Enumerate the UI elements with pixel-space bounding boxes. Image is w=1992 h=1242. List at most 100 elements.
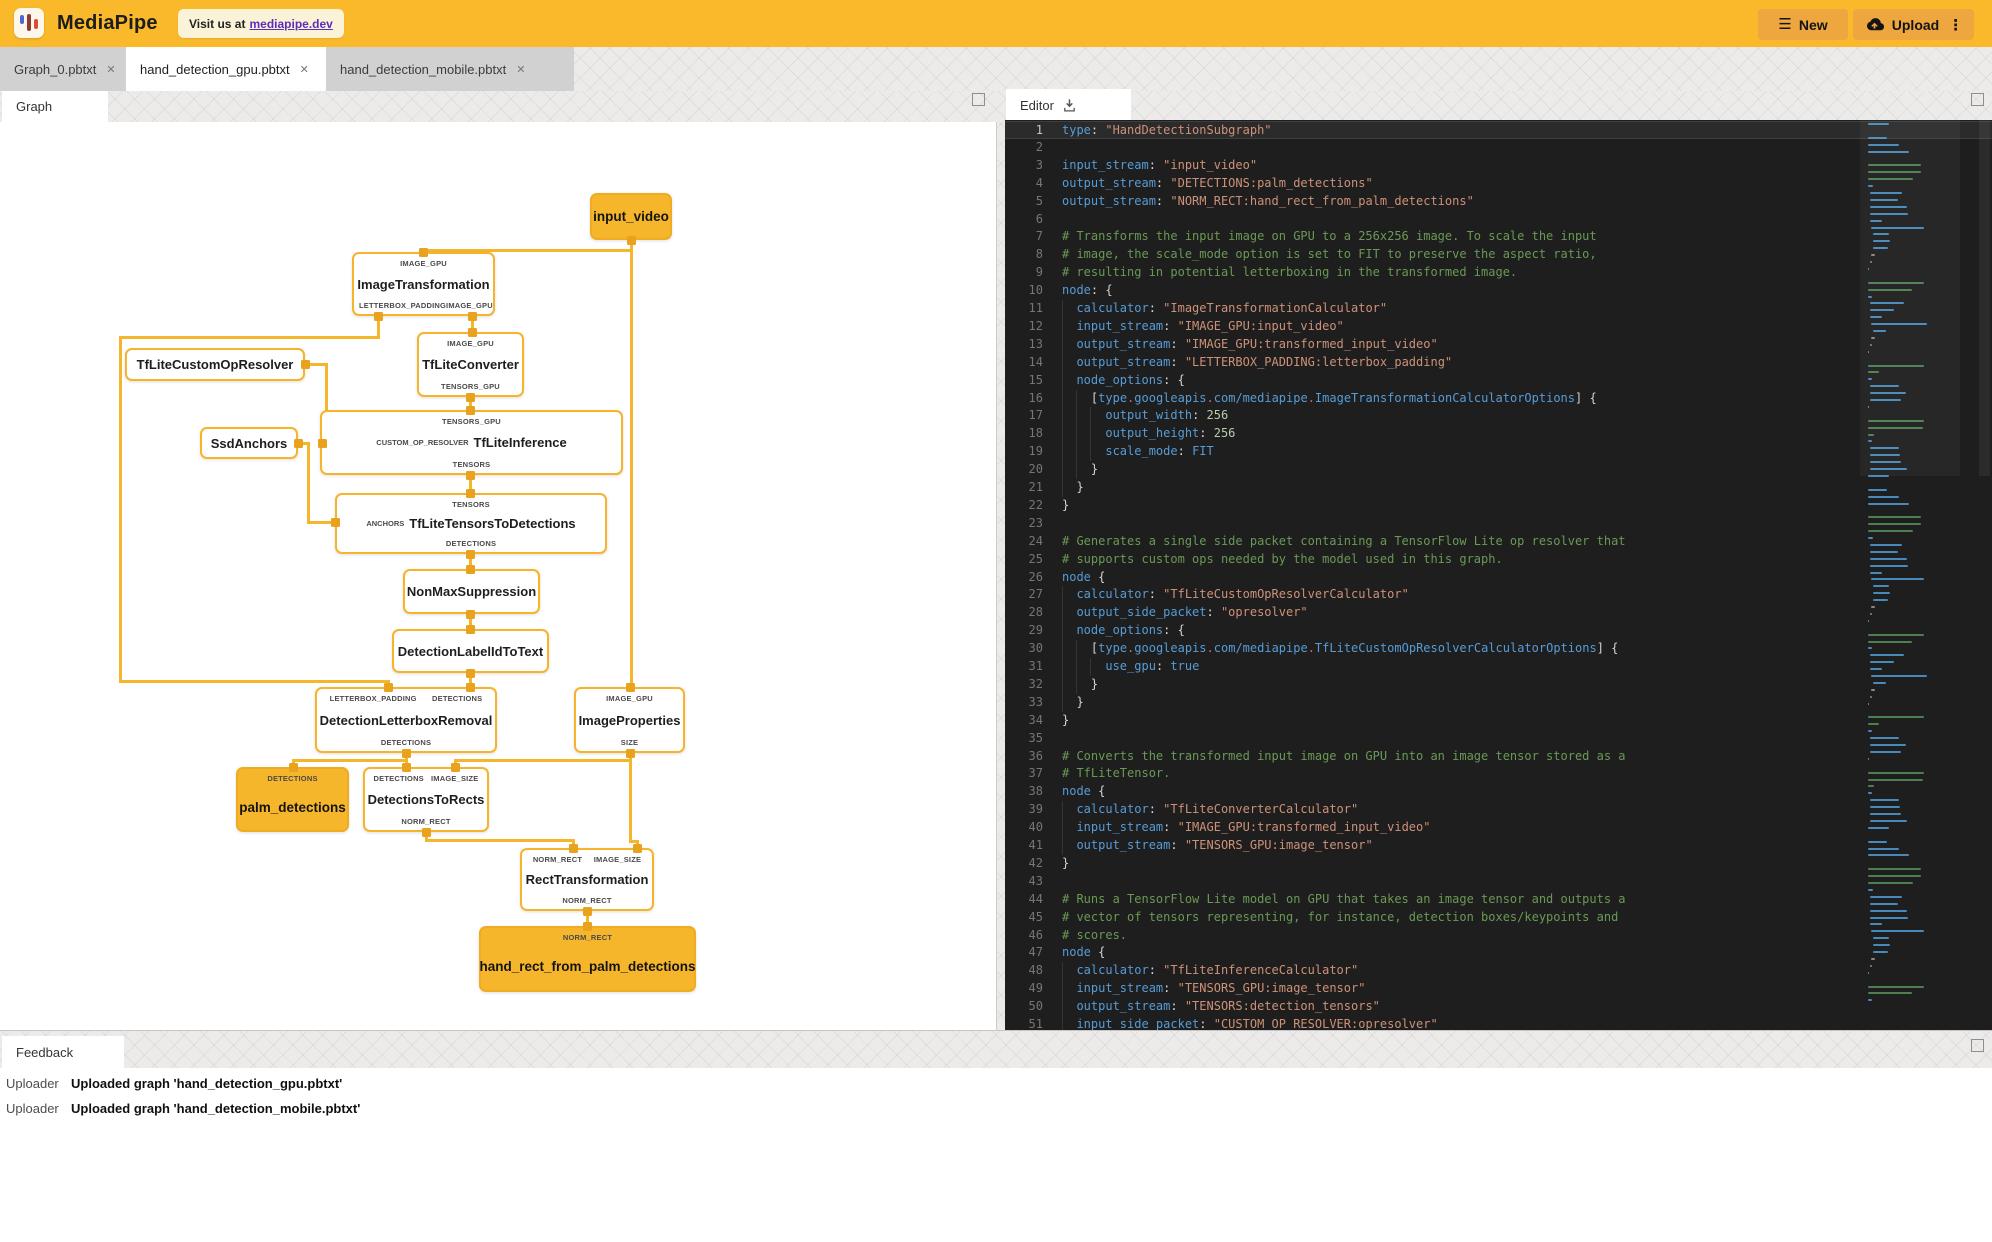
file-tab-hand-detection-gpu[interactable]: hand_detection_gpu.pbtxt ✕	[126, 47, 352, 91]
graph-panel-tab[interactable]: Graph	[2, 91, 108, 122]
graph-canvas[interactable]: input_video IMAGE_GPU ImageTransformation L…	[0, 122, 997, 1030]
feedback-expand-icon[interactable]	[1971, 1039, 1984, 1052]
node-title: CUSTOM_OP_RESOLVER TfLiteInference	[376, 435, 567, 450]
input-port-labels: IMAGE_GPU	[606, 693, 653, 703]
input-port-labels: TENSORS	[452, 499, 490, 509]
code-editor[interactable]: 1 type: "HandDetectionSubgraph" 2 3 input_st…	[1005, 120, 1992, 1030]
minimap-line	[1869, 557, 1908, 560]
new-button[interactable]: ☰ New	[1758, 9, 1848, 40]
edge-segment	[629, 238, 633, 689]
minimap-line	[1869, 668, 1882, 671]
port	[373, 311, 383, 321]
feedback-message: Uploaded graph 'hand_detection_mobile.pb…	[71, 1100, 361, 1116]
line-number: 2	[1035, 139, 1043, 154]
graph-node-TfLiteCustomOpResolver[interactable]: TfLiteCustomOpResolver	[125, 348, 305, 381]
line-number: 8	[1035, 247, 1043, 262]
line-number: 41	[1028, 838, 1043, 852]
close-icon[interactable]: ✕	[516, 63, 525, 76]
graph-node-DetectionLetterboxRemoval[interactable]: LETTERBOX_PADDING DETECTIONS DetectionLett…	[315, 687, 497, 753]
line-number: 40	[1028, 820, 1043, 835]
graph-node-ImageProperties[interactable]: IMAGE_GPU ImageProperties SIZE	[574, 687, 685, 753]
code-line: 7 # Transforms the input image on GPU to …	[1005, 228, 1992, 246]
graph-node-SsdAnchors[interactable]: SsdAnchors	[200, 427, 298, 459]
graph-node-ImageTransformation[interactable]: IMAGE_GPU ImageTransformation LETTERBOX_PA…	[352, 252, 495, 316]
edge-segment	[424, 838, 575, 842]
port	[465, 564, 475, 574]
line-number: 16	[1028, 390, 1043, 405]
upload-button[interactable]: Upload ⋮	[1853, 9, 1974, 40]
port	[465, 682, 475, 692]
minimap-line	[1871, 606, 1875, 608]
file-tab-hand-detection-mobile[interactable]: hand_detection_mobile.pbtxt ✕	[326, 47, 574, 91]
mediapipe-dev-link[interactable]: mediapipe.dev	[249, 17, 332, 31]
code-line: 16 [type.googleapis.com/mediapipe.ImageT…	[1005, 389, 1992, 408]
feedback-body	[0, 1068, 1992, 1242]
editor-scrollbar[interactable]	[1979, 120, 1990, 476]
graph-node-DetectionsToRects[interactable]: DETECTIONS IMAGE_SIZE DetectionsToRects NOR…	[363, 767, 489, 832]
port	[467, 311, 477, 321]
minimap-line	[1868, 619, 1869, 622]
editor-expand-icon[interactable]	[1971, 93, 1984, 106]
minimap-line	[1872, 944, 1891, 947]
close-icon[interactable]: ✕	[106, 63, 115, 76]
graph-expand-icon[interactable]	[972, 93, 985, 106]
line-number: 29	[1028, 623, 1043, 638]
graph-node-DetectionLabelIdToText[interactable]: DetectionLabelIdToText	[392, 629, 549, 673]
download-icon[interactable]	[1062, 98, 1077, 113]
minimap-line	[1869, 737, 1900, 740]
minimap-line	[1868, 723, 1879, 726]
minimap-line	[1868, 868, 1922, 871]
indent-guide	[1061, 622, 1063, 641]
line-number: 26	[1028, 569, 1043, 584]
graph-node-TfLiteConverter[interactable]: IMAGE_GPU TfLiteConverter TENSORS_GPU	[417, 332, 524, 397]
port	[317, 438, 327, 448]
graph-node-input_video[interactable]: input_video	[590, 193, 672, 240]
minimap-line	[1868, 999, 1873, 1002]
input-port-labels: IMAGE_GPU	[447, 338, 494, 348]
close-icon[interactable]: ✕	[300, 63, 309, 76]
minimap-line	[1872, 599, 1888, 602]
port	[465, 488, 475, 498]
indent-guide	[1090, 425, 1092, 444]
upload-more-icon[interactable]: ⋮	[1948, 16, 1963, 34]
node-title: ANCHORS TfLiteTensorsToDetections	[366, 516, 576, 531]
editor-panel-tab[interactable]: Editor	[1006, 89, 1131, 122]
minimap-line	[1869, 654, 1905, 657]
graph-node-hand_rect_from_palm_detections[interactable]: NORM_RECT hand_rect_from_palm_detections	[479, 926, 696, 992]
code-line: 27 calculator: "TfLiteCustomOpResolverCa…	[1005, 586, 1992, 605]
port	[330, 517, 340, 527]
input-port-labels: DETECTIONS IMAGE_SIZE	[373, 773, 479, 783]
minimap-line	[1869, 902, 1898, 905]
code-line: 2	[1005, 139, 1992, 157]
port	[450, 762, 460, 772]
line-number: 23	[1028, 515, 1043, 530]
line-number: 48	[1028, 963, 1043, 978]
graph-node-TfLiteTensorsToDetections[interactable]: TENSORS ANCHORS TfLiteTensorsToDetections D…	[335, 493, 607, 554]
line-number: 34	[1028, 712, 1043, 727]
indent-guide	[1061, 604, 1063, 623]
indent-guide	[1090, 658, 1092, 676]
line-number: 12	[1028, 318, 1043, 333]
minimap-line	[1869, 806, 1900, 809]
code-line: 50 output_stream: "TENSORS:detection_ten…	[1005, 998, 1992, 1017]
code-line: 18 output_height: 256	[1005, 425, 1992, 444]
node-title: DetectionLetterboxRemoval	[319, 712, 493, 728]
line-number: 21	[1028, 480, 1043, 494]
line-number: 25	[1028, 551, 1043, 566]
code-line: 13 output_stream: "IMAGE_GPU:transformed…	[1005, 335, 1992, 354]
line-number: 37	[1028, 766, 1043, 781]
feedback-panel-tab[interactable]: Feedback	[2, 1036, 124, 1068]
indent-guide	[1061, 658, 1063, 676]
minimap-viewport[interactable]	[1860, 120, 1960, 476]
edge-segment	[118, 679, 390, 683]
port	[401, 762, 411, 772]
graph-node-palm_detections[interactable]: DETECTIONS palm_detections	[236, 767, 349, 832]
code-line: 23	[1005, 515, 1992, 533]
graph-node-TfLiteInference[interactable]: TENSORS_GPU CUSTOM_OP_RESOLVER TfLiteInfer…	[320, 410, 623, 475]
indent-guide	[1061, 1016, 1063, 1030]
code-line: 34}	[1005, 712, 1992, 730]
minimap-line	[1869, 661, 1895, 664]
graph-node-RectTransformation[interactable]: NORM_RECT IMAGE_SIZE RectTransformation NOR…	[520, 848, 654, 911]
line-number: 43	[1028, 873, 1043, 888]
graph-node-NonMaxSuppression[interactable]: NonMaxSuppression	[403, 569, 540, 614]
